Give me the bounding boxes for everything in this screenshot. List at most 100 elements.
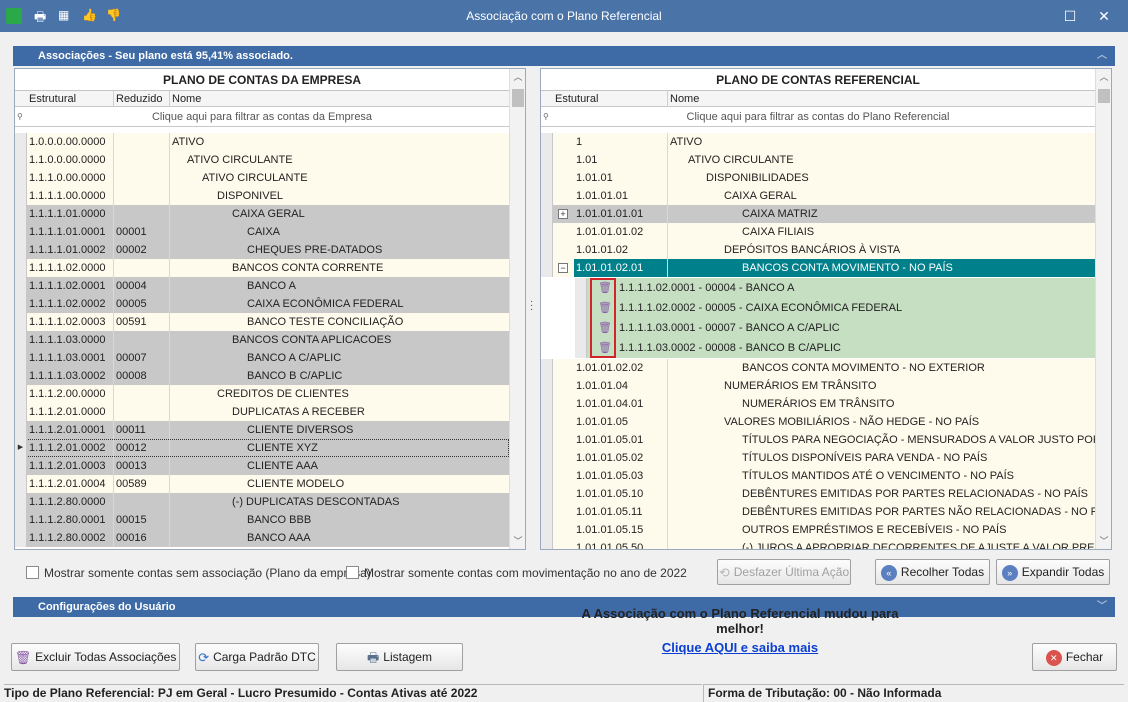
learn-more-link[interactable]: Clique AQUI e saiba mais	[560, 640, 920, 655]
collapse-minus-icon[interactable]: −	[558, 263, 568, 273]
expand-chevron-icon[interactable]: ﹀	[1097, 597, 1107, 617]
row-indicator[interactable]	[15, 241, 27, 259]
row-indicator[interactable]	[15, 295, 27, 313]
row-indicator[interactable]	[15, 223, 27, 241]
associations-bar[interactable]: Associações - Seu plano está 95,41% asso…	[13, 46, 1115, 66]
row-indicator[interactable]	[575, 278, 587, 298]
row-indicator[interactable]	[15, 133, 27, 151]
row-indicator[interactable]	[541, 187, 553, 205]
maximize-button[interactable]: ☐	[1062, 8, 1078, 24]
listing-button[interactable]: 🖶 Listagem	[336, 643, 463, 671]
row-indicator[interactable]	[15, 403, 27, 421]
row-indicator[interactable]	[15, 457, 27, 475]
company-account-row[interactable]: 1.1.1.1.02.0003 00591 BANCO TESTE CONCILIA…	[15, 313, 509, 331]
company-account-row[interactable]: 1.1.1.2.80.0002 00016 BANCO AAA	[15, 529, 509, 547]
row-indicator[interactable]	[541, 151, 553, 169]
company-account-row[interactable]: 1.1.1.2.80.0001 00015 BANCO BBB	[15, 511, 509, 529]
referential-account-row[interactable]: 1.01.01.05 VALORES MOBILIÁRIOS - NÃO HEDG…	[541, 413, 1095, 431]
collapse-chevron-icon[interactable]: ︿	[1097, 46, 1107, 66]
company-account-row[interactable]: 1.1.1.1.01.0002 00002 CHEQUES PRE-DATADOS	[15, 241, 509, 259]
scroll-thumb[interactable]	[1098, 89, 1110, 103]
referential-account-row[interactable]: 1.01.01.05.11 DEBÊNTURES EMITIDAS POR PAR…	[541, 503, 1095, 521]
row-indicator[interactable]	[15, 187, 27, 205]
referential-account-row[interactable]: 1.01.01.04 NUMERÁRIOS EM TRÂNSITO	[541, 377, 1095, 395]
row-indicator[interactable]: ▶	[15, 439, 27, 457]
scroll-thumb[interactable]	[512, 89, 524, 107]
row-indicator[interactable]	[15, 385, 27, 403]
row-indicator[interactable]	[575, 338, 587, 358]
row-indicator[interactable]	[15, 529, 27, 547]
row-indicator[interactable]	[15, 331, 27, 349]
company-account-row[interactable]: 1.1.1.1.01.0001 00001 CAIXA	[15, 223, 509, 241]
scroll-up-icon[interactable]: ︿	[510, 69, 525, 85]
row-indicator[interactable]	[15, 277, 27, 295]
col-estutural[interactable]: Estutural	[553, 91, 667, 107]
row-indicator[interactable]	[541, 467, 553, 485]
row-indicator[interactable]	[575, 298, 587, 318]
company-filter-row[interactable]: ⚲ Clique aqui para filtrar as contas da …	[15, 107, 509, 127]
row-indicator[interactable]	[541, 241, 553, 259]
row-indicator[interactable]	[541, 259, 553, 277]
row-indicator[interactable]	[541, 359, 553, 377]
close-button[interactable]: ✕	[1096, 8, 1112, 24]
company-account-row[interactable]: ▶ 1.1.1.2.01.0002 00012 CLIENTE XYZ	[15, 439, 509, 457]
associated-account-row[interactable]: 🗑 1.1.1.1.02.0001 - 00004 - BANCO A	[575, 278, 1095, 298]
row-indicator[interactable]	[541, 539, 553, 549]
referential-account-row[interactable]: 1.01.01.02 DEPÓSITOS BANCÁRIOS À VISTA	[541, 241, 1095, 259]
grid-splitter[interactable]: · · ·	[530, 297, 533, 315]
company-account-row[interactable]: 1.1.1.1.02.0001 00004 BANCO A	[15, 277, 509, 295]
row-indicator[interactable]	[541, 133, 553, 151]
associated-account-row[interactable]: 🗑 1.1.1.1.03.0002 - 00008 - BANCO B C/APL…	[575, 338, 1095, 358]
company-account-row[interactable]: 1.1.1.1.03.0000 BANCOS CONTA APLICACOES	[15, 331, 509, 349]
delete-all-associations-button[interactable]: 🗑 Excluir Todas Associações	[11, 643, 180, 671]
referential-account-row[interactable]: 1.01.01.05.03 TÍTULOS MANTIDOS ATÉ O VENC…	[541, 467, 1095, 485]
company-account-row[interactable]: 1.1.1.2.80.0000 (-) DUPLICATAS DESCONTADA…	[15, 493, 509, 511]
referential-account-row[interactable]: +1.01.01.01.01 CAIXA MATRIZ	[541, 205, 1095, 223]
referential-account-row[interactable]: 1.01.01.05.50 (-) JUROS A APROPRIAR DECOR…	[541, 539, 1095, 549]
associated-account-row[interactable]: 🗑 1.1.1.1.02.0002 - 00005 - CAIXA ECONÔMI…	[575, 298, 1095, 318]
row-indicator[interactable]	[541, 169, 553, 187]
referential-grid-scrollbar[interactable]: ︿ ﹀	[1095, 69, 1111, 549]
expand-plus-icon[interactable]: +	[558, 209, 568, 219]
referential-accounts-grid[interactable]: PLANO DE CONTAS REFERENCIAL Estutural No…	[540, 68, 1112, 550]
referential-filter-row[interactable]: ⚲ Clique aqui para filtrar as contas do …	[541, 107, 1095, 127]
referential-account-row[interactable]: 1 ATIVO	[541, 133, 1095, 151]
row-indicator[interactable]	[541, 205, 553, 223]
checkbox-box[interactable]	[346, 566, 359, 580]
referential-account-row[interactable]: 1.01.01 DISPONIBILIDADES	[541, 169, 1095, 187]
referential-account-row[interactable]: 1.01 ATIVO CIRCULANTE	[541, 151, 1095, 169]
row-indicator[interactable]	[15, 475, 27, 493]
col-nome-ref[interactable]: Nome	[667, 91, 1095, 107]
company-account-row[interactable]: 1.1.1.1.01.0000 CAIXA GERAL	[15, 205, 509, 223]
company-account-row[interactable]: 1.0.0.0.00.0000 ATIVO	[15, 133, 509, 151]
referential-account-row[interactable]: 1.01.01.05.01 TÍTULOS PARA NEGOCIAÇÃO - M…	[541, 431, 1095, 449]
company-account-row[interactable]: 1.1.1.2.01.0000 DUPLICATAS A RECEBER	[15, 403, 509, 421]
checkbox-box[interactable]	[26, 566, 39, 580]
company-account-row[interactable]: 1.1.1.1.02.0000 BANCOS CONTA CORRENTE	[15, 259, 509, 277]
referential-account-row[interactable]: 1.01.01.02.02 BANCOS CONTA MOVIMENTO - NO…	[541, 359, 1095, 377]
close-dialog-button[interactable]: ✕ Fechar	[1032, 643, 1117, 671]
col-reduzido[interactable]: Reduzido	[113, 91, 169, 107]
row-indicator[interactable]	[541, 503, 553, 521]
referential-account-row[interactable]: −1.01.01.02.01 BANCOS CONTA MOVIMENTO - N…	[541, 259, 1095, 277]
company-account-row[interactable]: 1.1.1.2.01.0004 00589 CLIENTE MODELO	[15, 475, 509, 493]
scroll-down-icon[interactable]: ﹀	[1096, 533, 1111, 549]
row-indicator[interactable]	[15, 205, 27, 223]
referential-account-row[interactable]: 1.01.01.05.15 OUTROS EMPRÉSTIMOS E RECEBÍ…	[541, 521, 1095, 539]
row-indicator[interactable]	[541, 413, 553, 431]
referential-account-row[interactable]: 1.01.01.01 CAIXA GERAL	[541, 187, 1095, 205]
expand-all-button[interactable]: » Expandir Todas	[996, 559, 1110, 585]
company-account-row[interactable]: 1.1.1.1.03.0002 00008 BANCO B C/APLIC	[15, 367, 509, 385]
load-default-dtc-button[interactable]: ⟳ Carga Padrão DTC	[195, 643, 319, 671]
only-with-movement-checkbox[interactable]: Mostrar somente contas com movimentação …	[346, 566, 687, 582]
row-indicator[interactable]	[541, 395, 553, 413]
undo-last-action-button[interactable]: ⟲ Desfazer Última Ação	[717, 559, 851, 585]
col-estrutural[interactable]: Estrutural	[27, 91, 113, 107]
only-unassociated-checkbox[interactable]: Mostrar somente contas sem associação (P…	[26, 566, 371, 582]
referential-account-row[interactable]: 1.01.01.05.02 TÍTULOS DISPONÍVEIS PARA VE…	[541, 449, 1095, 467]
row-indicator[interactable]	[15, 421, 27, 439]
company-account-row[interactable]: 1.1.1.1.00.0000 DISPONIVEL	[15, 187, 509, 205]
company-grid-scrollbar[interactable]: ︿ ﹀	[509, 69, 525, 549]
company-account-row[interactable]: 1.1.1.1.02.0002 00005 CAIXA ECONÔMICA FEDE…	[15, 295, 509, 313]
row-indicator[interactable]	[15, 493, 27, 511]
